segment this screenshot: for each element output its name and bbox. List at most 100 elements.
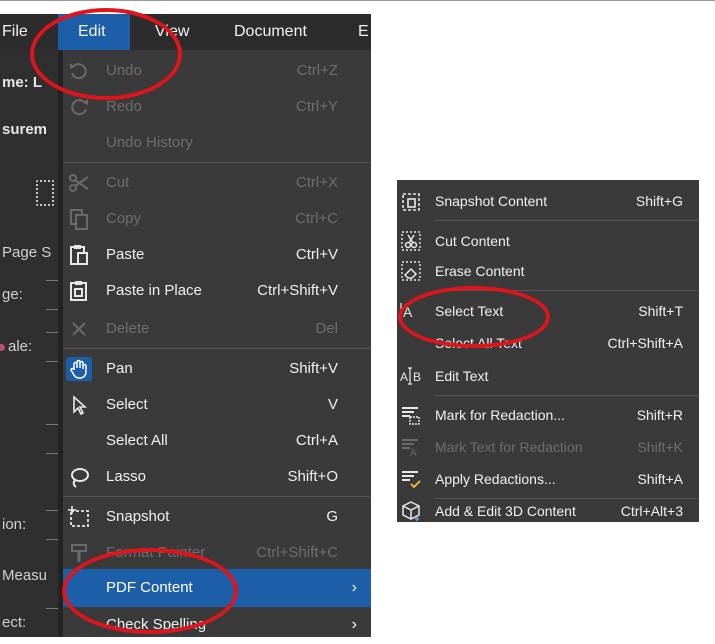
select-all-shortcut: Ctrl+A [295, 432, 338, 449]
apply-redactions-icon [400, 468, 422, 490]
3d-content-shortcut: Ctrl+Alt+3 [620, 503, 683, 519]
menu-item-format-painter[interactable]: Format Painter Ctrl+Shift+C [63, 534, 371, 572]
mark-text-for-redaction-shortcut: Shift+K [637, 439, 683, 455]
cut-content-label: Cut Content [435, 233, 510, 249]
menu-item-redo[interactable]: Redo Ctrl+Y [63, 88, 371, 126]
delete-shortcut: Del [315, 320, 338, 337]
select-text-label: Select Text [435, 303, 504, 319]
cut-content-icon [400, 230, 422, 252]
lasso-shortcut: Shift+O [287, 468, 338, 485]
lasso-label: Lasso [106, 468, 147, 485]
copy-icon [66, 207, 92, 231]
pan-shortcut: Shift+V [289, 360, 338, 377]
menu-item-select-all[interactable]: Select All Ctrl+A [63, 422, 371, 460]
menu-item-undo-history[interactable]: Undo History [63, 124, 371, 162]
menu-item-paste[interactable]: Paste Ctrl+V [63, 236, 371, 274]
arrow-cursor-icon [66, 393, 92, 417]
svg-text:A: A [403, 304, 413, 320]
pdf-content-label: PDF Content [106, 579, 193, 596]
menu-separator [63, 348, 371, 349]
redo-icon [66, 95, 92, 119]
submenu-item-edit-text[interactable]: AB Edit Text [397, 359, 699, 393]
menu-item-paste-in-place[interactable]: Paste in Place Ctrl+Shift+V [63, 272, 371, 310]
select-shortcut: V [327, 396, 338, 413]
submenu-item-erase-content[interactable]: Erase Content [397, 254, 699, 288]
copy-shortcut: Ctrl+C [295, 210, 338, 227]
format-painter-label: Format Painter [106, 544, 206, 561]
edit-menu: Undo Ctrl+Z Redo Ctrl+Y Undo History Cut… [63, 50, 371, 637]
submenu-item-select-text[interactable]: A Select Text Shift+T [397, 294, 699, 328]
svg-text:A: A [410, 448, 417, 458]
menu-item-pan[interactable]: Pan Shift+V [63, 350, 371, 388]
cube-3d-icon [400, 500, 422, 522]
menu-separator [435, 220, 699, 221]
erase-content-label: Erase Content [435, 263, 525, 279]
erase-content-icon [400, 260, 422, 282]
menu-document[interactable]: Document [234, 14, 307, 50]
menu-item-check-spelling[interactable]: Check Spelling › [63, 606, 371, 644]
menu-bar: File Edit View Document E [0, 14, 371, 50]
submenu-item-apply-redactions[interactable]: Apply Redactions... Shift+A [397, 462, 699, 496]
menu-separator [63, 496, 371, 497]
paste-in-place-icon [66, 279, 92, 303]
select-text-shortcut: Shift+T [638, 303, 683, 319]
measurement-heading-fragment: surem [2, 121, 48, 138]
delete-icon [66, 317, 92, 341]
measure-tool-icon [36, 180, 54, 206]
cut-shortcut: Ctrl+X [295, 174, 338, 191]
menu-file[interactable]: File [2, 14, 28, 50]
edit-text-icon: AB [400, 365, 422, 387]
apply-redactions-label: Apply Redactions... [435, 471, 556, 487]
pdf-content-submenu: Snapshot Content Shift+G Cut Content Era… [397, 180, 699, 522]
precision-label-fragment: ion: [2, 516, 27, 533]
redo-shortcut: Ctrl+Y [295, 98, 338, 115]
menu-item-select[interactable]: Select V [63, 386, 371, 424]
menu-edit[interactable]: Edit [58, 14, 130, 50]
hand-icon [66, 357, 92, 381]
menu-more[interactable]: E [358, 14, 369, 50]
paste-in-place-label: Paste in Place [106, 282, 202, 299]
undo-shortcut: Ctrl+Z [296, 62, 338, 79]
svg-text:A: A [400, 370, 408, 384]
delete-label: Delete [106, 320, 150, 337]
menu-item-pdf-content[interactable]: PDF Content › [63, 569, 371, 607]
submenu-item-select-all-text[interactable]: Select All Text Ctrl+Shift+A [397, 326, 699, 360]
redo-label: Redo [106, 98, 142, 115]
measure-label-fragment: Measu [2, 567, 48, 584]
edit-text-label: Edit Text [435, 368, 489, 384]
snapshot-content-shortcut: Shift+G [635, 193, 683, 209]
menu-item-copy[interactable]: Copy Ctrl+C [63, 200, 371, 238]
select-text-icon: A [400, 300, 422, 322]
menu-item-lasso[interactable]: Lasso Shift+O [63, 458, 371, 496]
snapshot-shortcut: G [326, 508, 338, 525]
paste-in-place-shortcut: Ctrl+Shift+V [257, 282, 338, 299]
submenu-item-mark-text-for-redaction[interactable]: A Mark Text for Redaction Shift+K [397, 430, 699, 464]
menu-item-delete[interactable]: Delete Del [63, 310, 371, 348]
scale-label-fragment: ale: [8, 338, 33, 355]
scissors-icon [66, 171, 92, 195]
mark-for-redaction-label: Mark for Redaction... [435, 407, 565, 423]
submenu-item-snapshot-content[interactable]: Snapshot Content Shift+G [397, 184, 699, 218]
select-label: Select [106, 396, 148, 413]
submenu-item-mark-for-redaction[interactable]: Mark for Redaction... Shift+R [397, 398, 699, 432]
menu-view[interactable]: View [155, 14, 189, 50]
undo-history-label: Undo History [106, 134, 193, 151]
format-painter-icon [66, 541, 92, 565]
undo-label: Undo [106, 62, 142, 79]
menu-item-snapshot[interactable]: Snapshot G [63, 498, 371, 536]
select-all-text-shortcut: Ctrl+Shift+A [607, 335, 683, 351]
select-label-fragment: ect: [2, 614, 27, 631]
mark-text-redaction-icon: A [400, 436, 422, 458]
menu-item-undo[interactable]: Undo Ctrl+Z [63, 52, 371, 90]
chevron-right-icon: › [351, 579, 357, 596]
submenu-item-3d-content[interactable]: Add & Edit 3D Content Ctrl+Alt+3 [397, 500, 699, 522]
paste-shortcut: Ctrl+V [295, 246, 338, 263]
snapshot-icon [66, 505, 92, 529]
chevron-right-icon: › [351, 616, 357, 633]
paste-icon [66, 243, 92, 267]
apply-redactions-shortcut: Shift+A [637, 471, 683, 487]
select-all-label: Select All [106, 432, 168, 449]
check-spelling-label: Check Spelling [106, 616, 207, 633]
menu-item-cut[interactable]: Cut Ctrl+X [63, 164, 371, 202]
submenu-item-cut-content[interactable]: Cut Content [397, 224, 699, 258]
